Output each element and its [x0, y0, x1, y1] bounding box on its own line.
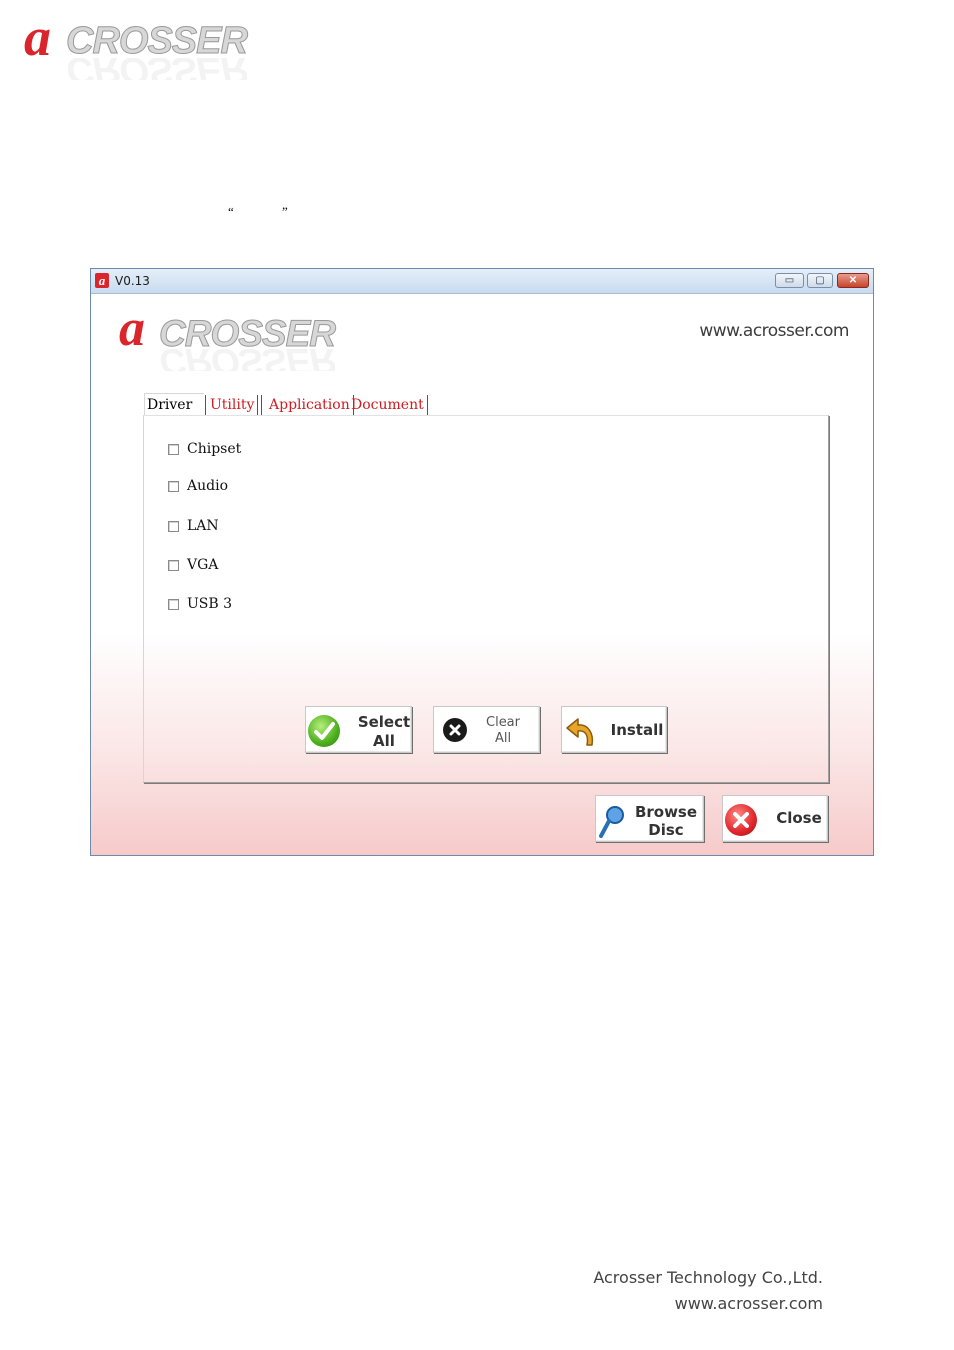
browse-disc-button[interactable]: Browse Disc: [595, 795, 704, 842]
checkbox-label: VGA: [187, 557, 219, 573]
install-button[interactable]: Install: [561, 706, 667, 753]
checkbox-box[interactable]: [168, 444, 179, 455]
select-all-label-2: All: [373, 732, 395, 750]
minimize-button[interactable]: ▭: [775, 273, 804, 288]
window-logo-reflection: CROSSER: [159, 349, 335, 371]
close-label: Close: [776, 809, 822, 827]
checkbox-box[interactable]: [168, 560, 179, 571]
maximize-button[interactable]: ▢: [807, 273, 833, 288]
select-all-label-1: Select: [357, 713, 411, 731]
checkmark-icon: [308, 715, 340, 747]
checkbox-label: USB 3: [187, 596, 233, 612]
tab-document[interactable]: Document: [348, 395, 428, 415]
checkbox-label: LAN: [187, 518, 219, 534]
magnifier-icon: [598, 804, 628, 840]
footer-url: www.acrosser.com: [674, 1294, 823, 1313]
window-url: www.acrosser.com: [699, 321, 849, 341]
clear-all-label-2: All: [494, 731, 512, 746]
clear-all-button[interactable]: Clear All: [433, 706, 540, 753]
checkbox-box[interactable]: [168, 599, 179, 610]
logo-letter: a: [24, 7, 51, 67]
browse-label-2: Disc: [648, 821, 684, 839]
tab-application[interactable]: Application: [266, 395, 354, 415]
select-all-button[interactable]: Select All: [305, 706, 412, 753]
open-quote: “: [228, 204, 234, 219]
close-button[interactable]: Close: [722, 795, 828, 842]
close-icon: [725, 804, 757, 836]
window-close-button[interactable]: ✕: [837, 273, 869, 288]
logo-reflection: CROSSER: [66, 58, 247, 80]
app-icon: a: [95, 273, 109, 288]
tab-divider: [261, 395, 262, 415]
browse-label-1: Browse: [634, 803, 698, 821]
checkbox-label: Audio: [187, 478, 228, 494]
undo-arrow-icon: [564, 713, 600, 749]
title-bar[interactable]: a V0.13 ▭ ▢ ✕: [91, 269, 873, 294]
tab-driver[interactable]: Driver: [144, 393, 204, 415]
footer-company: Acrosser Technology Co.,Ltd.: [593, 1268, 823, 1287]
logo-wordmark: CROSSER: [66, 20, 249, 63]
tab-utility[interactable]: Utility: [207, 395, 259, 415]
clear-x-icon: [443, 718, 467, 742]
install-label: Install: [610, 721, 664, 739]
close-quote: ”: [282, 204, 288, 219]
tab-divider: [205, 395, 206, 415]
checkbox-box[interactable]: [168, 521, 179, 532]
window-logo: a CROSSER CROSSER: [117, 300, 387, 377]
checkbox-box[interactable]: [168, 481, 179, 492]
page-logo: a CROSSER CROSSER: [22, 7, 292, 86]
window-title: V0.13: [115, 274, 150, 288]
installer-window: a V0.13 ▭ ▢ ✕ a CROSSER CROSSER www.acro…: [90, 268, 874, 856]
window-logo-letter: a: [119, 300, 145, 357]
checkbox-label: Chipset: [187, 441, 242, 457]
